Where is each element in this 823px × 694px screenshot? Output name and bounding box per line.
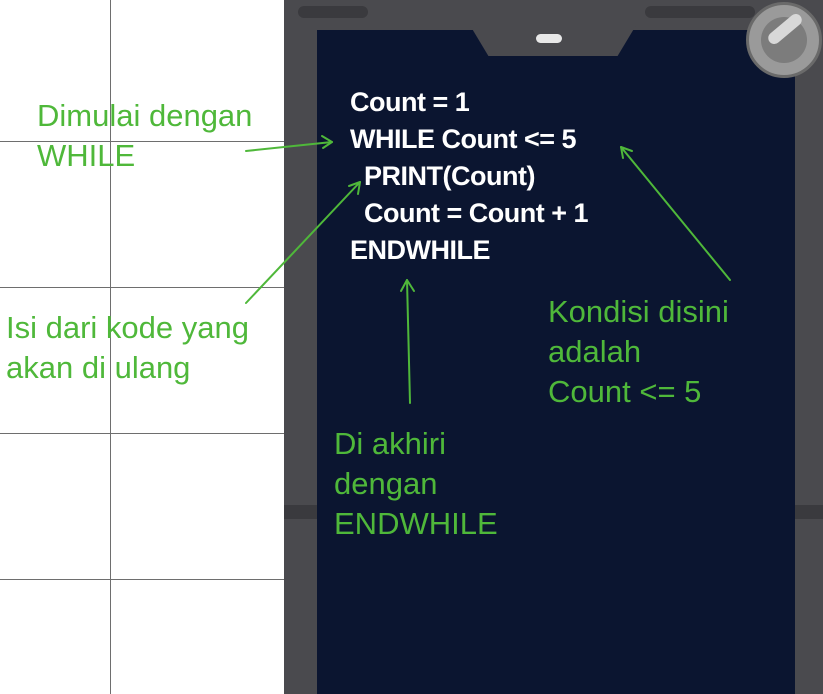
arrow-icon [400, 279, 415, 404]
arrow-icon [620, 146, 731, 281]
arrow-overlay [245, 135, 731, 404]
arrow-icon [245, 135, 333, 152]
arrow-icon [245, 181, 361, 304]
